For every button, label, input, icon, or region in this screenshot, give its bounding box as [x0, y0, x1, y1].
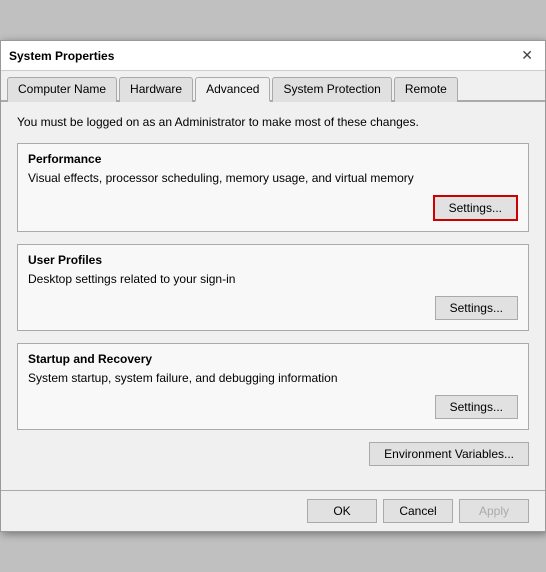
startup-recovery-section: Startup and Recovery System startup, sys… — [17, 343, 529, 430]
footer: OK Cancel Apply — [1, 490, 545, 531]
title-bar: System Properties ✕ — [1, 41, 545, 71]
startup-recovery-title: Startup and Recovery — [28, 352, 518, 366]
startup-recovery-settings-button[interactable]: Settings... — [435, 395, 518, 419]
tab-hardware[interactable]: Hardware — [119, 77, 193, 102]
info-text: You must be logged on as an Administrato… — [17, 114, 529, 131]
tab-remote[interactable]: Remote — [394, 77, 458, 102]
user-profiles-section: User Profiles Desktop settings related t… — [17, 244, 529, 331]
performance-title: Performance — [28, 152, 518, 166]
startup-recovery-desc: System startup, system failure, and debu… — [28, 370, 518, 387]
user-profiles-btn-row: Settings... — [28, 296, 518, 320]
close-button[interactable]: ✕ — [517, 47, 537, 64]
system-properties-window: System Properties ✕ Computer Name Hardwa… — [0, 40, 546, 531]
env-vars-row: Environment Variables... — [17, 442, 529, 466]
user-profiles-settings-button[interactable]: Settings... — [435, 296, 518, 320]
tab-system-protection[interactable]: System Protection — [272, 77, 391, 102]
performance-settings-button[interactable]: Settings... — [433, 195, 518, 221]
startup-recovery-btn-row: Settings... — [28, 395, 518, 419]
performance-btn-row: Settings... — [28, 195, 518, 221]
apply-button[interactable]: Apply — [459, 499, 529, 523]
performance-desc: Visual effects, processor scheduling, me… — [28, 170, 518, 187]
tab-bar: Computer Name Hardware Advanced System P… — [1, 71, 545, 102]
user-profiles-desc: Desktop settings related to your sign-in — [28, 271, 518, 288]
tab-advanced[interactable]: Advanced — [195, 77, 270, 102]
performance-section: Performance Visual effects, processor sc… — [17, 143, 529, 232]
cancel-button[interactable]: Cancel — [383, 499, 453, 523]
content-area: You must be logged on as an Administrato… — [1, 102, 545, 489]
user-profiles-title: User Profiles — [28, 253, 518, 267]
environment-variables-button[interactable]: Environment Variables... — [369, 442, 529, 466]
ok-button[interactable]: OK — [307, 499, 377, 523]
tab-computer-name[interactable]: Computer Name — [7, 77, 117, 102]
window-title: System Properties — [9, 49, 114, 63]
